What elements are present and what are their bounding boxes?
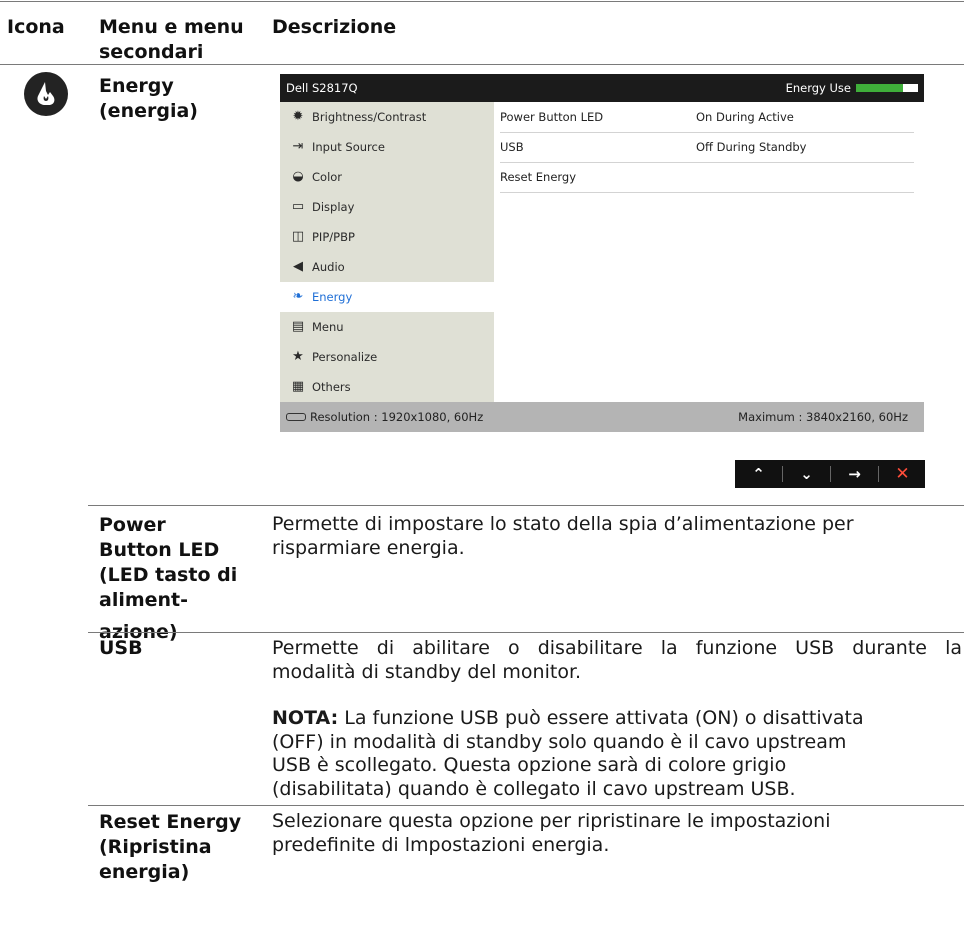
term-line: Reset Energy bbox=[99, 811, 242, 833]
osd-menu-item-label: Display bbox=[312, 200, 355, 214]
description-usb: Permette di abilitare o disabilitare la … bbox=[272, 637, 962, 801]
maximum-resolution-text: Maximum : 3840x2160, 60Hz bbox=[738, 410, 908, 424]
desc-line: risparmiare energia. bbox=[272, 536, 465, 559]
up-icon[interactable]: ⌃ bbox=[735, 460, 782, 488]
osd-status-bar: Resolution : 1920x1080, 60Hz Maximum : 3… bbox=[280, 402, 924, 432]
osd-menu-item-display[interactable]: ▭ Display bbox=[280, 192, 494, 222]
note-label: NOTA: bbox=[272, 707, 339, 729]
osd-menu-item-label: Menu bbox=[312, 320, 344, 334]
brightness-icon: ✹ bbox=[292, 109, 304, 124]
osd-menu-item-pip-pbp[interactable]: ◫ PIP/PBP bbox=[280, 222, 494, 252]
display-icon: ▭ bbox=[291, 199, 305, 214]
column-header-icon: Icona bbox=[7, 16, 65, 38]
section-title-line2: (energia) bbox=[99, 100, 198, 122]
energy-icon: ❧ bbox=[292, 289, 304, 304]
desc-line: predefinite di lmpostazioni energia. bbox=[272, 833, 610, 856]
header-rule bbox=[0, 64, 964, 65]
osd-menu-item-label: Audio bbox=[312, 260, 345, 274]
osd-setting-value: Off During Standby bbox=[696, 140, 807, 154]
osd-menu-item-label: Personalize bbox=[312, 350, 378, 364]
connector-icon bbox=[286, 413, 306, 421]
term-line: Power bbox=[99, 514, 166, 536]
osd-setting-row[interactable]: USB Off During Standby bbox=[500, 132, 914, 163]
osd-setting-name: Power Button LED bbox=[500, 110, 604, 124]
close-icon[interactable]: ✕ bbox=[879, 460, 926, 488]
color-icon: ◒ bbox=[292, 169, 304, 184]
energy-icon-glyph bbox=[37, 82, 55, 105]
audio-icon: ◀ bbox=[293, 259, 303, 274]
right-arrow-icon[interactable]: → bbox=[831, 460, 878, 488]
input-source-icon: ⇥ bbox=[292, 139, 304, 154]
osd-setting-row[interactable]: Power Button LED On During Active bbox=[500, 102, 914, 133]
energy-icon bbox=[24, 72, 68, 116]
osd-setting-value: On During Active bbox=[696, 110, 794, 124]
pip-pbp-icon: ◫ bbox=[291, 229, 305, 244]
energy-use-label: Energy Use bbox=[785, 81, 851, 95]
others-icon: ▦ bbox=[291, 379, 305, 394]
column-header-menu: Menu e menu secondari bbox=[99, 15, 244, 65]
osd-title-bar: Dell S2817Q Energy Use bbox=[280, 74, 924, 102]
column-header-menu-line2: secondari bbox=[99, 41, 204, 63]
menu-icon: ▤ bbox=[291, 319, 305, 334]
osd-menu-item-others[interactable]: ▦ Others bbox=[280, 372, 494, 402]
osd-menu-item-input-source[interactable]: ⇥ Input Source bbox=[280, 132, 494, 162]
section-title: Energy (energia) bbox=[99, 74, 198, 124]
osd-menu-item-menu[interactable]: ▤ Menu bbox=[280, 312, 494, 342]
desc-line: modalità di standby del monitor. bbox=[272, 660, 582, 683]
column-header-description: Descrizione bbox=[272, 16, 397, 38]
desc-line: Permette di impostare lo stato della spi… bbox=[272, 513, 854, 535]
section-title-line1: Energy bbox=[99, 75, 174, 97]
desc-line: Permette di abilitare o disabilitare la … bbox=[272, 637, 962, 659]
star-icon: ★ bbox=[292, 349, 304, 364]
osd-menu: Dell S2817Q Energy Use ✹ Brightness/Contr… bbox=[280, 74, 924, 432]
osd-menu-item-energy[interactable]: ❧ Energy bbox=[280, 282, 494, 312]
term-power-button-led: Power Button LED (LED tasto di aliment- … bbox=[99, 513, 237, 645]
energy-use-meter bbox=[856, 84, 918, 92]
osd-menu-item-label: Others bbox=[312, 380, 351, 394]
osd-menu-item-label: Input Source bbox=[312, 140, 385, 154]
down-icon[interactable]: ⌄ bbox=[783, 460, 830, 488]
note-line: USB è scollegato. Questa opzione sarà di… bbox=[272, 754, 787, 776]
row-rule bbox=[88, 632, 964, 633]
desc-line: Selezionare questa opzione per ripristin… bbox=[272, 810, 831, 832]
osd-main-menu: ✹ Brightness/Contrast ⇥ Input Source ◒ Color ▭… bbox=[280, 102, 494, 402]
term-line: (LED tasto di bbox=[99, 564, 238, 586]
description-power-button-led: Permette di impostare lo stato della spi… bbox=[272, 513, 958, 560]
row-rule bbox=[88, 505, 964, 506]
osd-menu-item-personalize[interactable]: ★ Personalize bbox=[280, 342, 494, 372]
term-line: Button LED bbox=[99, 539, 220, 561]
osd-menu-item-audio[interactable]: ◀ Audio bbox=[280, 252, 494, 282]
column-header-menu-line1: Menu e menu bbox=[99, 16, 244, 38]
osd-setting-row[interactable]: Reset Energy bbox=[500, 162, 914, 193]
description-reset-energy: Selezionare questa opzione per ripristin… bbox=[272, 810, 958, 857]
osd-menu-item-label: Energy bbox=[312, 290, 353, 304]
osd-menu-item-color[interactable]: ◒ Color bbox=[280, 162, 494, 192]
model-name: Dell S2817Q bbox=[286, 81, 358, 95]
osd-navigation-buttons: ⌃ ⌄ → ✕ bbox=[735, 460, 925, 488]
usb-note: NOTA: La funzione USB può essere attivat… bbox=[272, 707, 962, 731]
osd-menu-item-brightness-contrast[interactable]: ✹ Brightness/Contrast bbox=[280, 102, 494, 132]
term-line: aliment- bbox=[99, 589, 189, 611]
osd-menu-item-label: Color bbox=[312, 170, 343, 184]
top-rule bbox=[0, 1, 964, 2]
note-text: La funzione USB può essere attivata (ON)… bbox=[338, 707, 864, 729]
term-line: (Ripristina bbox=[99, 836, 212, 858]
note-line: (disabilitata) quando è collegato il cav… bbox=[272, 777, 796, 800]
term-line: energia) bbox=[99, 861, 190, 883]
note-line: (OFF) in modalità di standby solo quando… bbox=[272, 730, 847, 753]
osd-menu-item-label: Brightness/Contrast bbox=[312, 110, 427, 124]
osd-setting-name: USB bbox=[500, 140, 524, 154]
row-rule bbox=[88, 805, 964, 806]
resolution-text: Resolution : 1920x1080, 60Hz bbox=[310, 410, 484, 424]
term-reset-energy: Reset Energy (Ripristina energia) bbox=[99, 810, 241, 885]
osd-menu-item-label: PIP/PBP bbox=[312, 230, 355, 244]
osd-setting-name: Reset Energy bbox=[500, 170, 577, 184]
energy-use-meter-fill bbox=[856, 84, 903, 92]
term-usb: USB bbox=[99, 637, 143, 659]
